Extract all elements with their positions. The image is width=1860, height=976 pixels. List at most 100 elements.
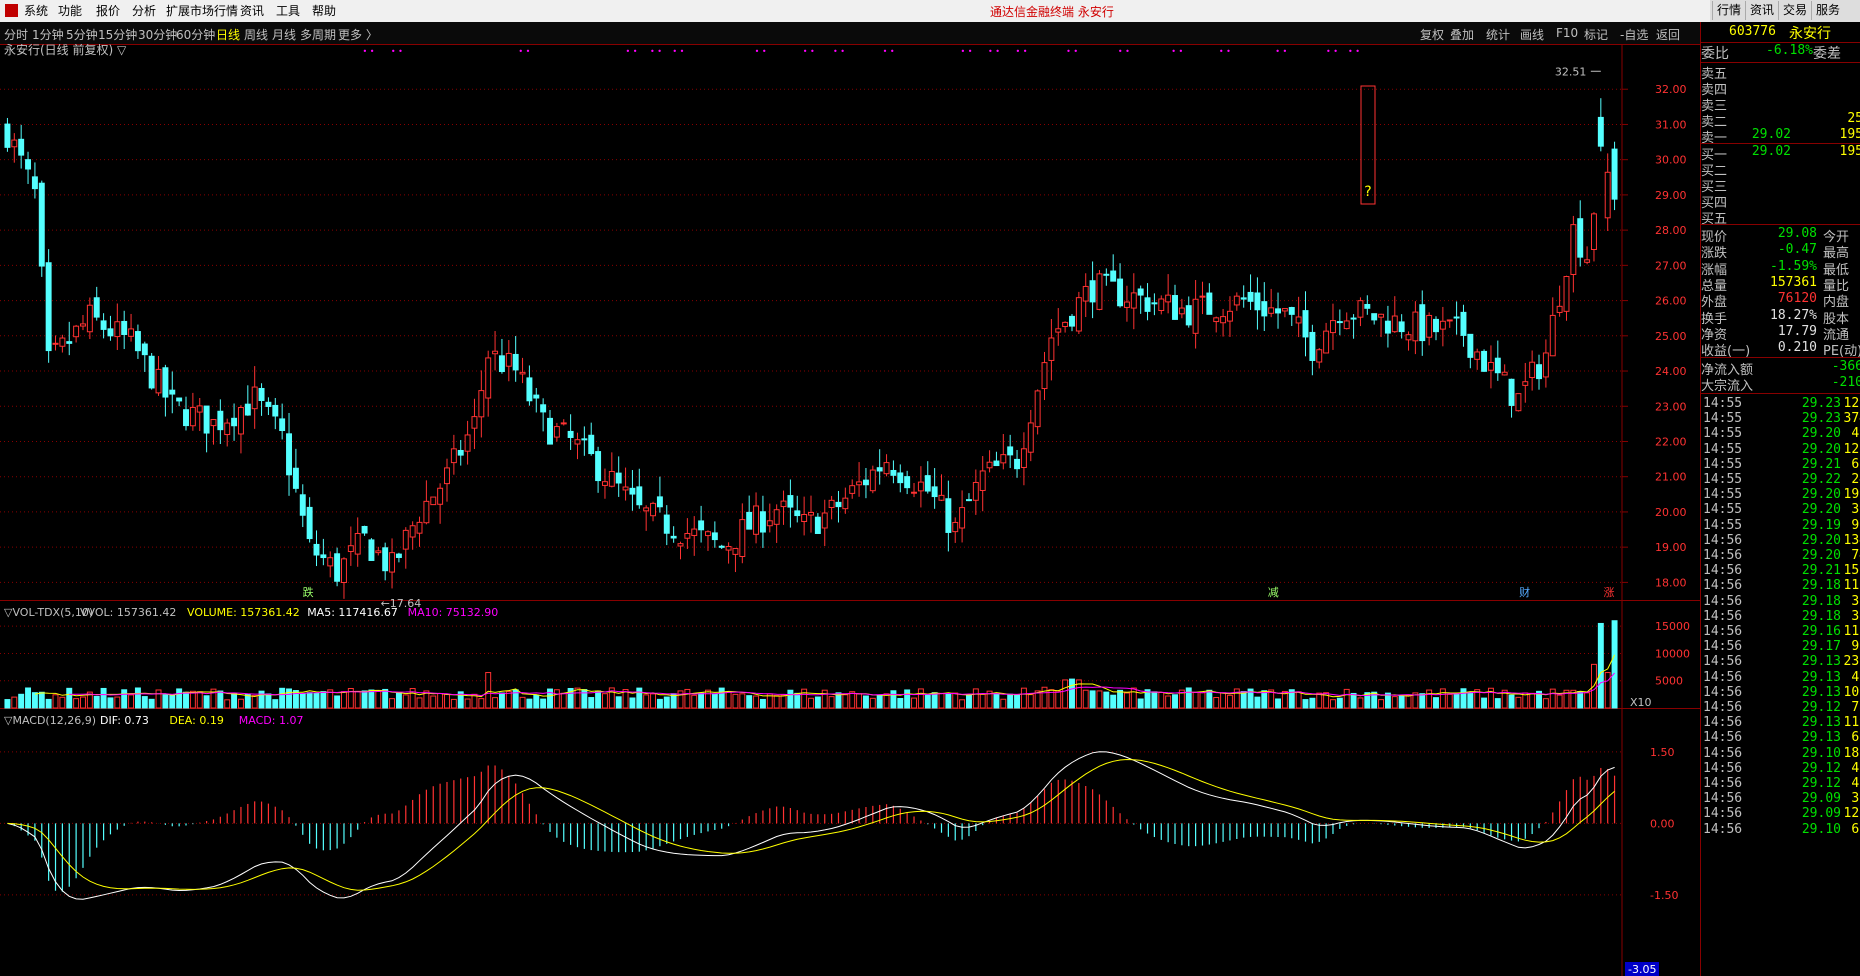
candle[interactable] — [279, 403, 286, 440]
candle[interactable] — [1446, 319, 1453, 328]
candle[interactable] — [1220, 308, 1227, 337]
candle[interactable] — [189, 392, 196, 431]
candle[interactable] — [890, 460, 897, 484]
candle[interactable] — [952, 517, 959, 543]
candle[interactable] — [1123, 285, 1130, 322]
candle[interactable] — [615, 456, 622, 497]
candle[interactable] — [505, 340, 512, 382]
candle[interactable] — [993, 451, 1000, 467]
candle[interactable] — [1172, 284, 1178, 320]
candle[interactable] — [1439, 306, 1446, 347]
candle[interactable] — [183, 396, 189, 431]
candle[interactable] — [1536, 354, 1542, 390]
candle[interactable] — [540, 398, 547, 432]
candle[interactable] — [1130, 273, 1137, 330]
candle[interactable] — [1563, 275, 1570, 321]
candle[interactable] — [485, 350, 492, 417]
candle[interactable] — [59, 334, 66, 353]
toolbar-button-5[interactable]: 标记 — [1584, 26, 1608, 43]
candle[interactable] — [52, 335, 59, 351]
candle[interactable] — [862, 468, 869, 499]
candle[interactable] — [1501, 364, 1508, 376]
candle[interactable] — [1316, 348, 1323, 369]
candle[interactable] — [1117, 263, 1124, 308]
candle[interactable] — [423, 480, 430, 525]
candle[interactable] — [622, 467, 629, 501]
candle[interactable] — [80, 314, 86, 331]
candle[interactable] — [1611, 141, 1618, 211]
candle[interactable] — [1075, 291, 1082, 334]
candle[interactable] — [1453, 301, 1460, 335]
candle[interactable] — [1165, 274, 1172, 314]
candle[interactable] — [1570, 215, 1577, 293]
candle[interactable] — [588, 422, 595, 456]
candle[interactable] — [492, 331, 499, 371]
period-tab-8[interactable]: 月线 — [272, 26, 296, 43]
candle[interactable] — [780, 490, 787, 525]
candle[interactable] — [1542, 339, 1549, 388]
candle[interactable] — [897, 464, 904, 493]
candle[interactable] — [1590, 212, 1597, 262]
candle[interactable] — [924, 461, 931, 494]
candle[interactable] — [327, 551, 334, 578]
candle[interactable] — [1247, 274, 1254, 310]
candle[interactable] — [1515, 393, 1522, 412]
candle[interactable] — [1378, 313, 1385, 338]
period-tab-3[interactable]: 15分钟 — [98, 26, 137, 43]
candle[interactable] — [1295, 296, 1302, 338]
candle[interactable] — [759, 495, 766, 548]
kline-chart-area[interactable]: 永安行(日线 前复权) ▽ 18.00 19.00 20.00 21.00 22.00 23… — [0, 44, 1700, 976]
candle[interactable] — [4, 117, 11, 152]
candle[interactable] — [176, 397, 183, 407]
candle[interactable] — [883, 454, 890, 477]
top-button-3[interactable]: 服务 — [1811, 1, 1844, 20]
period-tab-1[interactable]: 1分钟 — [32, 26, 64, 43]
candle[interactable] — [698, 505, 705, 543]
candle[interactable] — [169, 371, 176, 414]
candle[interactable] — [395, 552, 402, 563]
candle[interactable] — [1062, 321, 1069, 333]
candle[interactable] — [1261, 282, 1268, 331]
candle[interactable] — [1336, 309, 1343, 336]
candle[interactable] — [25, 151, 32, 184]
candle[interactable] — [986, 450, 993, 473]
candle[interactable] — [128, 313, 135, 342]
candle[interactable] — [1275, 292, 1282, 329]
candle[interactable] — [519, 357, 526, 384]
candle[interactable] — [1213, 316, 1220, 333]
candle[interactable] — [608, 452, 615, 488]
candle[interactable] — [114, 303, 121, 350]
candle[interactable] — [1309, 324, 1316, 376]
toolbar-button-1[interactable]: 叠加 — [1450, 26, 1474, 43]
top-button-2[interactable]: 交易 — [1778, 1, 1811, 20]
candle[interactable] — [917, 466, 924, 508]
candle[interactable] — [1206, 283, 1213, 315]
candle[interactable] — [258, 383, 265, 416]
candle[interactable] — [368, 538, 375, 561]
candle[interactable] — [1240, 285, 1247, 308]
candle[interactable] — [107, 315, 114, 341]
candle[interactable] — [1350, 314, 1357, 339]
candle[interactable] — [553, 422, 560, 442]
candle[interactable] — [808, 495, 814, 533]
candle[interactable] — [313, 530, 320, 567]
toolbar-button-7[interactable]: 返回 — [1656, 26, 1680, 43]
candle[interactable] — [361, 525, 368, 536]
candle[interactable] — [869, 465, 876, 494]
candle[interactable] — [1178, 298, 1185, 319]
candle[interactable] — [292, 448, 299, 493]
candle[interactable] — [711, 521, 718, 548]
candle[interactable] — [1151, 293, 1158, 316]
candle[interactable] — [718, 544, 725, 550]
candle[interactable] — [1055, 308, 1062, 346]
candle[interactable] — [1494, 340, 1501, 381]
candle[interactable] — [1577, 200, 1584, 267]
event-marker[interactable]: 减 — [1268, 586, 1279, 599]
candle[interactable] — [1529, 350, 1536, 391]
period-tab-10[interactable]: 更多 〉 — [338, 26, 378, 43]
menu-item-5[interactable]: 资讯 — [240, 2, 264, 19]
candle[interactable] — [1254, 277, 1261, 330]
candle[interactable] — [141, 341, 148, 372]
candle[interactable] — [1508, 378, 1515, 418]
candle[interactable] — [272, 398, 279, 430]
